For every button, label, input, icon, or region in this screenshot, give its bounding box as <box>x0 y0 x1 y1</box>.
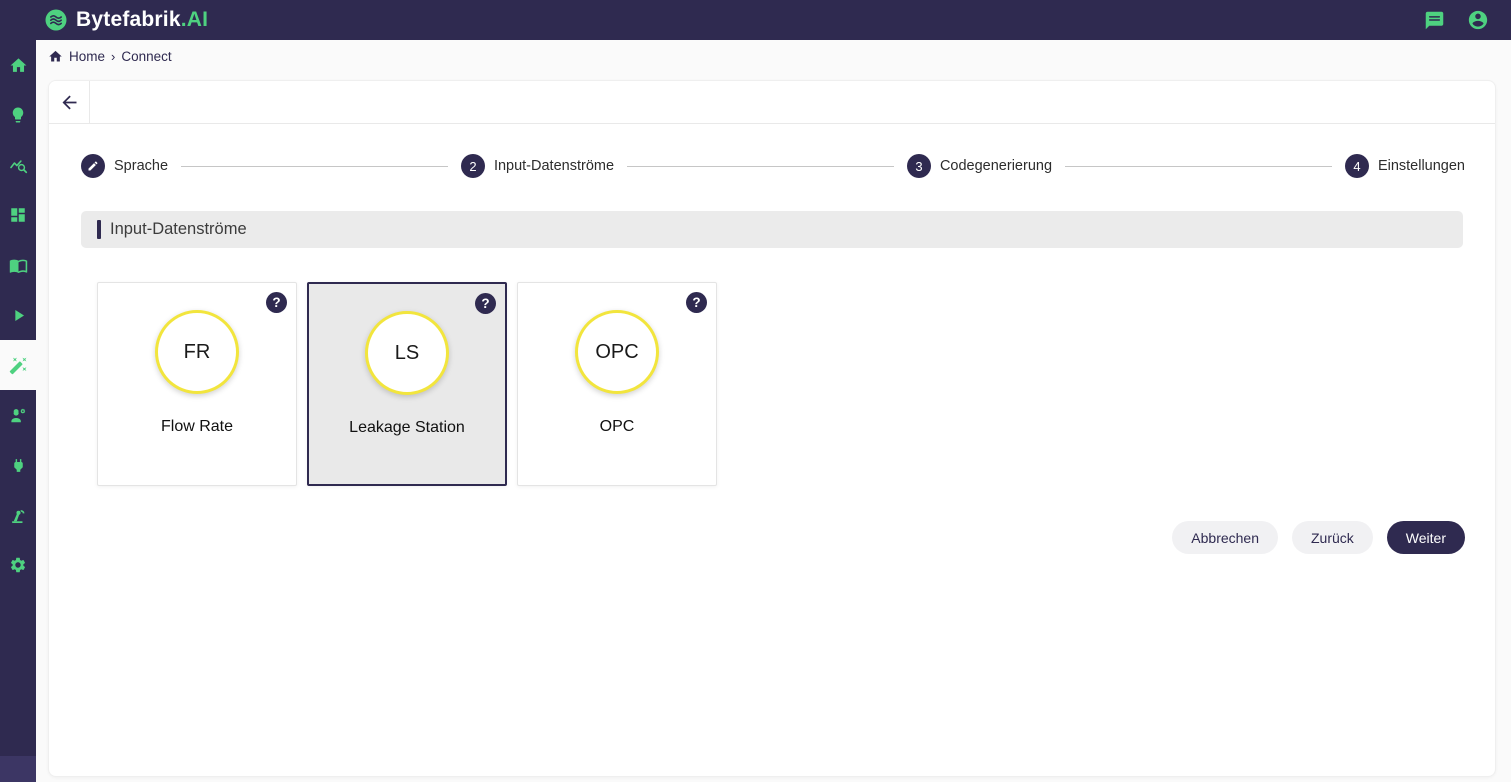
stepper-line <box>627 166 894 167</box>
step-1-indicator <box>81 154 105 178</box>
book-icon <box>9 256 28 275</box>
lightbulb-icon <box>9 106 27 124</box>
next-button[interactable]: Weiter <box>1387 521 1465 554</box>
breadcrumb: Home › Connect <box>48 49 172 64</box>
datastream-avatar: LS <box>365 311 449 395</box>
brand-logo: Bytefabrik.AI <box>44 8 208 32</box>
datastream-avatar: OPC <box>575 310 659 394</box>
brand-name: Bytefabrik.AI <box>76 8 208 32</box>
sidebar-item-ideas[interactable] <box>0 90 36 140</box>
robot-arm-icon <box>9 506 28 525</box>
back-step-button[interactable]: Zurück <box>1292 521 1373 554</box>
play-icon <box>9 306 28 325</box>
chart-search-icon <box>9 156 28 175</box>
step-codegenerierung[interactable]: 3 Codegenerierung <box>907 154 1052 178</box>
datastream-card-opc[interactable]: ? OPC OPC <box>517 282 717 486</box>
datastream-abbr: OPC <box>595 341 638 364</box>
sidebar-item-run[interactable] <box>0 290 36 340</box>
datastream-cards-row: ? FR Flow Rate ? LS Leakage Station ? OP… <box>97 282 1463 486</box>
account-icon[interactable] <box>1467 9 1489 31</box>
section-header: Input-Datenströme <box>81 211 1463 248</box>
datastream-label: Flow Rate <box>98 418 296 436</box>
wizard-stepper: Sprache 2 Input-Datenströme 3 Codegeneri… <box>49 124 1495 211</box>
step-einstellungen[interactable]: 4 Einstellungen <box>1345 154 1465 178</box>
sidebar-item-connect[interactable] <box>0 440 36 490</box>
top-header-bar: Bytefabrik.AI <box>0 0 1511 40</box>
sidebar-footer <box>0 756 36 782</box>
magic-wand-icon <box>9 356 28 375</box>
sidebar-item-wizard-active[interactable] <box>0 340 36 390</box>
wizard-card: Sprache 2 Input-Datenströme 3 Codegeneri… <box>48 80 1496 777</box>
datastream-abbr: LS <box>395 342 419 365</box>
step-2-indicator: 2 <box>461 154 485 178</box>
step-input-datenstroeme[interactable]: 2 Input-Datenströme <box>461 154 614 178</box>
breadcrumb-current: Connect <box>121 49 171 64</box>
dashboard-icon <box>9 206 27 224</box>
section-accent-bar <box>97 220 101 239</box>
help-icon[interactable]: ? <box>686 292 707 313</box>
step-sprache[interactable]: Sprache <box>81 154 168 178</box>
datastream-label: Leakage Station <box>309 419 505 437</box>
datastream-avatar: FR <box>155 310 239 394</box>
sidebar-item-automation[interactable] <box>0 490 36 540</box>
wizard-actions: Abbrechen Zurück Weiter <box>49 521 1465 554</box>
datastream-card-flow-rate[interactable]: ? FR Flow Rate <box>97 282 297 486</box>
datastream-card-leakage-station[interactable]: ? LS Leakage Station <box>307 282 507 486</box>
sidebar-item-dashboard[interactable] <box>0 190 36 240</box>
stepper-line <box>181 166 448 167</box>
chat-icon[interactable] <box>1424 10 1445 31</box>
datastream-label: OPC <box>518 418 716 436</box>
datastream-abbr: FR <box>184 341 211 364</box>
power-plug-icon <box>10 457 27 474</box>
section-title: Input-Datenströme <box>110 220 247 239</box>
breadcrumb-separator: › <box>111 49 115 64</box>
sidebar-item-home[interactable] <box>0 40 36 90</box>
gear-icon <box>9 556 27 574</box>
help-icon[interactable]: ? <box>266 292 287 313</box>
step-4-indicator: 4 <box>1345 154 1369 178</box>
bytefabrik-logo-icon <box>44 8 68 32</box>
wizard-toolbar <box>49 81 1495 124</box>
cancel-button[interactable]: Abbrechen <box>1172 521 1278 554</box>
breadcrumb-home-icon <box>48 49 63 64</box>
help-icon[interactable]: ? <box>475 293 496 314</box>
edit-icon <box>87 160 99 172</box>
step-2-label: Input-Datenströme <box>494 158 614 174</box>
step-1-label: Sprache <box>114 158 168 174</box>
home-icon <box>9 56 28 75</box>
sidebar-item-engineering[interactable] <box>0 390 36 440</box>
back-arrow-icon <box>59 92 80 113</box>
sidebar-item-docs[interactable] <box>0 240 36 290</box>
main-content: Home › Connect Sprache 2 <box>36 40 1511 782</box>
engineer-icon <box>9 406 28 425</box>
stepper-line <box>1065 166 1332 167</box>
sidebar-item-analytics[interactable] <box>0 140 36 190</box>
breadcrumb-home-link[interactable]: Home <box>69 49 105 64</box>
back-button[interactable] <box>49 81 90 123</box>
step-3-indicator: 3 <box>907 154 931 178</box>
sidebar-nav <box>0 40 36 782</box>
sidebar-spacer <box>0 590 36 756</box>
step-3-label: Codegenerierung <box>940 158 1052 174</box>
step-4-label: Einstellungen <box>1378 158 1465 174</box>
sidebar-item-settings[interactable] <box>0 540 36 590</box>
